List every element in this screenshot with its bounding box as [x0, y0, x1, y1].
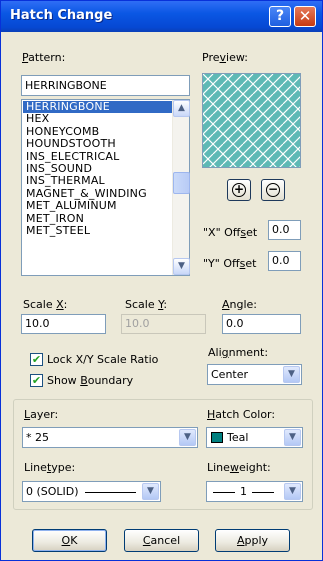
- cancel-button[interactable]: Cancel: [124, 529, 199, 552]
- pattern-list-item[interactable]: INS_THERMAL: [23, 175, 173, 187]
- chevron-down-icon[interactable]: ▼: [179, 429, 196, 446]
- y-offset-label: "Y" Offset: [203, 257, 257, 270]
- teal-color-swatch: [211, 432, 223, 443]
- show-boundary-checkbox[interactable]: ✔: [30, 374, 43, 387]
- solid-line-icon: [85, 492, 136, 493]
- help-button[interactable]: ?: [269, 6, 291, 27]
- pattern-list-item[interactable]: MET_STEEL: [23, 224, 173, 237]
- pattern-input[interactable]: HERRINGBONE: [21, 75, 190, 96]
- scale-x-input[interactable]: 10.0: [21, 314, 106, 334]
- scale-x-label: Scale X:: [23, 298, 68, 311]
- x-offset-input[interactable]: 0.0: [268, 220, 301, 240]
- chevron-down-icon[interactable]: ▼: [142, 483, 159, 500]
- layer-style-group: Layer: * 25 ▼ Hatch Color: Teal ▼ Linety…: [13, 399, 313, 510]
- pattern-list-item[interactable]: HOUNDSTOOTH: [23, 137, 173, 150]
- title-bar[interactable]: Hatch Change ? ✕: [1, 1, 322, 32]
- zoom-out-button[interactable]: −: [261, 179, 285, 201]
- alignment-select[interactable]: Center ▼: [207, 364, 302, 385]
- pattern-list[interactable]: HERRINGBONE HEX HONEYCOMB HOUNDSTOOTH INS_EL…: [21, 99, 190, 276]
- hatch-color-select[interactable]: Teal ▼: [206, 427, 303, 448]
- hatch-preview: [202, 73, 301, 168]
- preview-label: Preview:: [202, 51, 248, 64]
- pattern-label: Pattern:: [22, 51, 66, 64]
- layer-value: * 25: [26, 431, 49, 444]
- close-button[interactable]: ✕: [294, 6, 316, 27]
- pattern-list-items: HERRINGBONE HEX HONEYCOMB HOUNDSTOOTH INS_EL…: [23, 100, 173, 237]
- hatch-color-label: Hatch Color:: [207, 408, 276, 421]
- line-left-icon: [213, 492, 235, 493]
- scale-y-label: Scale Y:: [125, 298, 168, 311]
- lineweight-label: Lineweight:: [207, 461, 271, 474]
- pattern-list-item[interactable]: MET_ALUMINUM: [23, 199, 173, 212]
- minus-circle-icon: −: [266, 182, 280, 197]
- chevron-down-icon[interactable]: ▼: [284, 483, 301, 500]
- scroll-up-icon[interactable]: ▲: [173, 100, 190, 117]
- lock-ratio-checkbox[interactable]: ✔: [30, 353, 43, 366]
- chevron-down-icon[interactable]: ▼: [283, 366, 300, 383]
- angle-input[interactable]: 0.0: [222, 314, 301, 334]
- herringbone-preview-image: [203, 74, 300, 167]
- layer-label: Layer:: [24, 408, 59, 421]
- alignment-label: Alignment:: [208, 346, 269, 359]
- scroll-down-icon[interactable]: ▼: [173, 258, 190, 275]
- apply-button[interactable]: Apply: [215, 529, 290, 552]
- x-offset-label: "X" Offset: [203, 226, 258, 239]
- pattern-list-scrollbar[interactable]: ▲ ▼: [172, 100, 190, 275]
- show-boundary-label: Show Boundary: [47, 374, 134, 387]
- lineweight-value: 1: [240, 485, 247, 498]
- ok-button[interactable]: OK: [32, 529, 107, 552]
- pattern-list-item[interactable]: HEX: [23, 113, 173, 125]
- chevron-down-icon[interactable]: ▼: [284, 429, 301, 446]
- y-offset-input[interactable]: 0.0: [268, 251, 301, 271]
- linetype-label: Linetype:: [24, 461, 76, 474]
- window-title: Hatch Change: [10, 8, 113, 23]
- hatch-color-value: Teal: [227, 431, 249, 444]
- layer-select[interactable]: * 25 ▼: [22, 427, 198, 448]
- scale-y-input: 10.0: [121, 314, 206, 334]
- lock-ratio-label: Lock X/Y Scale Ratio: [47, 353, 159, 366]
- line-right-icon: [252, 492, 274, 493]
- zoom-in-button[interactable]: +: [227, 179, 251, 201]
- linetype-value: 0 (SOLID): [26, 485, 79, 498]
- plus-circle-icon: +: [232, 182, 246, 197]
- angle-label: Angle:: [222, 298, 258, 311]
- hatch-change-dialog: Hatch Change ? ✕ Pattern: HERRINGBONE HE…: [0, 0, 323, 561]
- linetype-select[interactable]: 0 (SOLID) ▼: [22, 481, 161, 502]
- alignment-value: Center: [211, 368, 249, 381]
- scroll-thumb[interactable]: [173, 172, 190, 194]
- lineweight-select[interactable]: 1 ▼: [206, 481, 303, 502]
